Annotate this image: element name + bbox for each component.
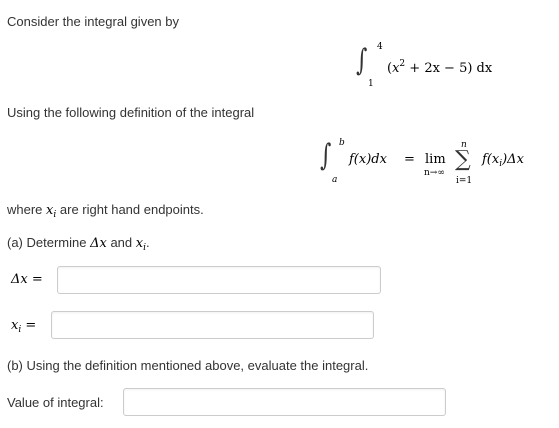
integral-upper-limit: 4 [377, 42, 383, 52]
part-a-prompt: (a) Determine Δx and xi. [7, 235, 150, 253]
delta-x-label: Δx = [11, 272, 43, 287]
definition-upper-limit: b [339, 138, 345, 148]
delta-x-input[interactable] [57, 266, 381, 294]
sum-lower: i=1 [456, 176, 473, 186]
endpoint-note: where xi are right hand endpoints. [7, 202, 204, 220]
integral-value-input[interactable] [123, 388, 446, 416]
xi-label: xi = [11, 318, 37, 335]
integral-sign: ∫ [356, 43, 368, 78]
definition-left-side: f(x)dx [349, 152, 387, 167]
limit-word: lim [425, 152, 446, 167]
xi-input[interactable] [51, 311, 374, 339]
value-label: Value of integral: [7, 395, 104, 410]
intro-text: Consider the integral given by [7, 14, 179, 29]
integral-lower-limit: 1 [368, 79, 374, 89]
definition-lower-limit: a [332, 175, 338, 185]
integrand: (x2 + 2x − 5) dx [387, 59, 493, 76]
limit-subscript: n→∞ [424, 168, 445, 178]
definition-integral-sign: ∫ [320, 138, 332, 173]
sigma-symbol: ∑ [455, 147, 471, 172]
part-b-prompt: (b) Using the definition mentioned above… [7, 358, 369, 373]
definition-equals: = [404, 152, 415, 167]
definition-right-side: f(xi)Δx [482, 152, 524, 169]
definition-text: Using the following definition of the in… [7, 105, 255, 120]
